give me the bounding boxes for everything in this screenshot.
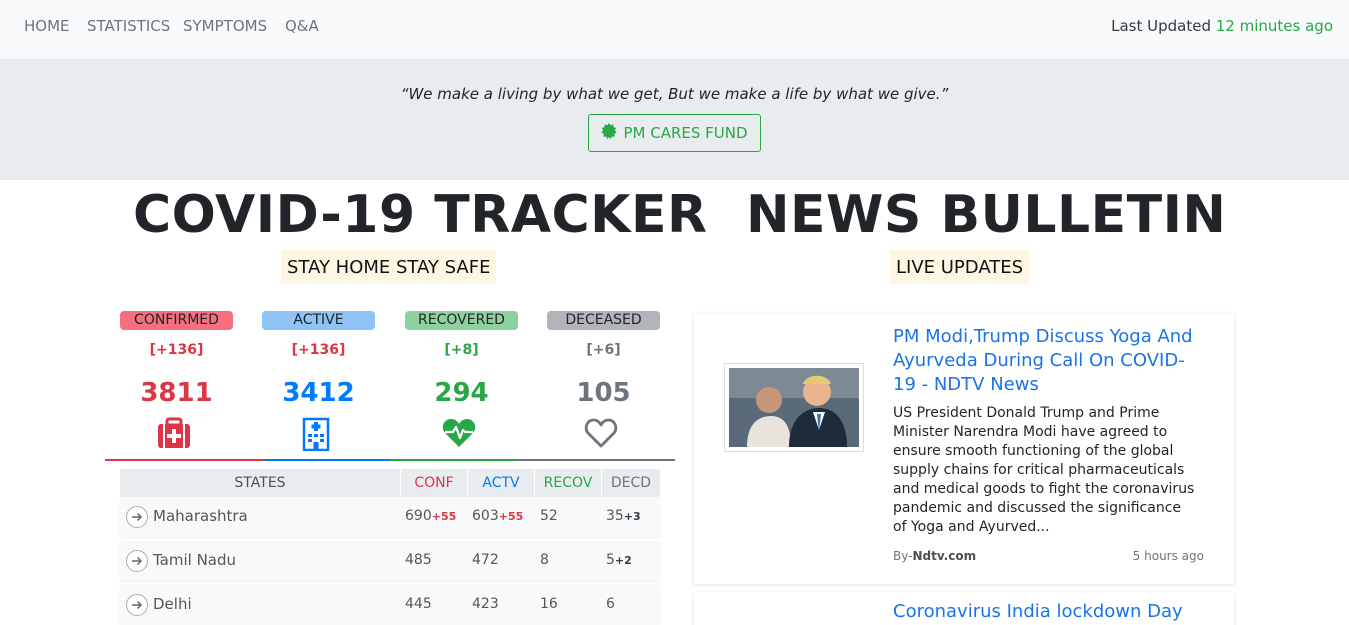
nav-link-qa[interactable]: Q&A: [285, 17, 319, 35]
deceased-label: DECEASED: [547, 311, 660, 330]
active-label: ACTIVE: [262, 311, 375, 330]
nav-link-statistics[interactable]: STATISTICS: [87, 17, 170, 35]
deceased-delta: [+6]: [586, 342, 621, 358]
actv-cell: 423: [472, 596, 499, 612]
recov-cell: 52: [540, 508, 558, 524]
active-delta: [+136]: [291, 342, 346, 358]
header-actv[interactable]: ACTV: [467, 469, 534, 497]
news-photo: [729, 368, 859, 447]
arrow-right-icon[interactable]: [126, 550, 148, 572]
news-card: PM Modi,Trump Discuss Yoga And Ayurveda …: [694, 313, 1234, 584]
banner-quote: “We make a living by what we get, But we…: [400, 85, 949, 103]
recovered-delta: [+8]: [444, 342, 479, 358]
recov-cell: 16: [540, 596, 558, 612]
recovered-label: RECOVERED: [405, 311, 518, 330]
actv-cell: 603+55: [472, 508, 524, 524]
header-conf[interactable]: CONF: [400, 469, 467, 497]
recov-cell: 8: [540, 552, 549, 568]
actv-cell: 472: [472, 552, 499, 568]
header-states[interactable]: STATES: [120, 469, 400, 497]
news-source: By-Ndtv.com: [893, 549, 977, 563]
news-subtitle: LIVE UPDATES: [890, 250, 1030, 284]
state-name: Maharashtra: [153, 507, 248, 525]
news-headline-link[interactable]: PM Modi,Trump Discuss Yoga And Ayurveda …: [893, 325, 1193, 397]
nav-link-home[interactable]: HOME: [24, 17, 70, 35]
state-name: Tamil Nadu: [153, 551, 237, 569]
header-decd[interactable]: DECD: [601, 469, 660, 497]
top-navbar: HOME STATISTICS SYMPTOMS Q&A Last Update…: [0, 0, 1349, 59]
last-updated-label: Last Updated: [1111, 17, 1211, 35]
hospital-icon: [259, 417, 372, 453]
header-recov[interactable]: RECOV: [534, 469, 601, 497]
decd-cell: 35+3: [606, 508, 641, 524]
pm-cares-label: PM CARES FUND: [623, 124, 748, 142]
news-time: 5 hours ago: [1132, 549, 1204, 563]
news-title: NEWS BULLETIN: [746, 185, 1227, 245]
recovered-count: 294: [434, 378, 489, 408]
conf-cell: 690+55: [405, 508, 457, 524]
tracker-title: COVID-19 TRACKER: [133, 185, 708, 245]
first-aid-kit-icon: [117, 417, 230, 453]
table-row[interactable]: Maharashtra 690+55 603+55 52 35+3: [120, 497, 660, 537]
conf-cell: 485: [405, 552, 432, 568]
heart-outline-icon: [544, 417, 657, 453]
states-table: STATES CONF ACTV RECOV DECD Maharashtra …: [120, 469, 660, 625]
confirmed-label: CONFIRMED: [120, 311, 233, 330]
news-description: US President Donald Trump and Prime Mini…: [893, 405, 1195, 535]
last-updated: Last Updated 12 minutes ago: [1111, 17, 1333, 35]
arrow-right-icon[interactable]: [126, 594, 148, 616]
table-header: STATES CONF ACTV RECOV DECD: [120, 469, 660, 497]
last-updated-value: 12 minutes ago: [1215, 17, 1333, 35]
badge-icon: [601, 123, 618, 143]
news-card: Coronavirus India lockdown Day: [694, 592, 1234, 625]
tracker-subtitle: STAY HOME STAY SAFE: [281, 250, 497, 284]
decd-cell: 6: [606, 596, 615, 612]
confirmed-count: 3811: [140, 378, 213, 408]
quote-banner: “We make a living by what we get, But we…: [0, 59, 1349, 180]
active-count: 3412: [282, 378, 355, 408]
state-name: Delhi: [153, 595, 192, 613]
nav-link-symptoms[interactable]: SYMPTOMS: [183, 17, 267, 35]
table-row[interactable]: Delhi 445 423 16 6: [120, 585, 660, 625]
news-thumbnail[interactable]: [724, 363, 864, 452]
conf-cell: 445: [405, 596, 432, 612]
deceased-count: 105: [576, 378, 631, 408]
pm-cares-fund-button[interactable]: PM CARES FUND: [588, 114, 761, 152]
news-headline-link[interactable]: Coronavirus India lockdown Day: [893, 601, 1213, 622]
confirmed-delta: [+136]: [149, 342, 204, 358]
heartbeat-icon: [402, 417, 515, 453]
stats-divider: [105, 459, 675, 461]
arrow-right-icon[interactable]: [126, 506, 148, 528]
table-row[interactable]: Tamil Nadu 485 472 8 5+2: [120, 541, 660, 581]
decd-cell: 5+2: [606, 552, 632, 568]
